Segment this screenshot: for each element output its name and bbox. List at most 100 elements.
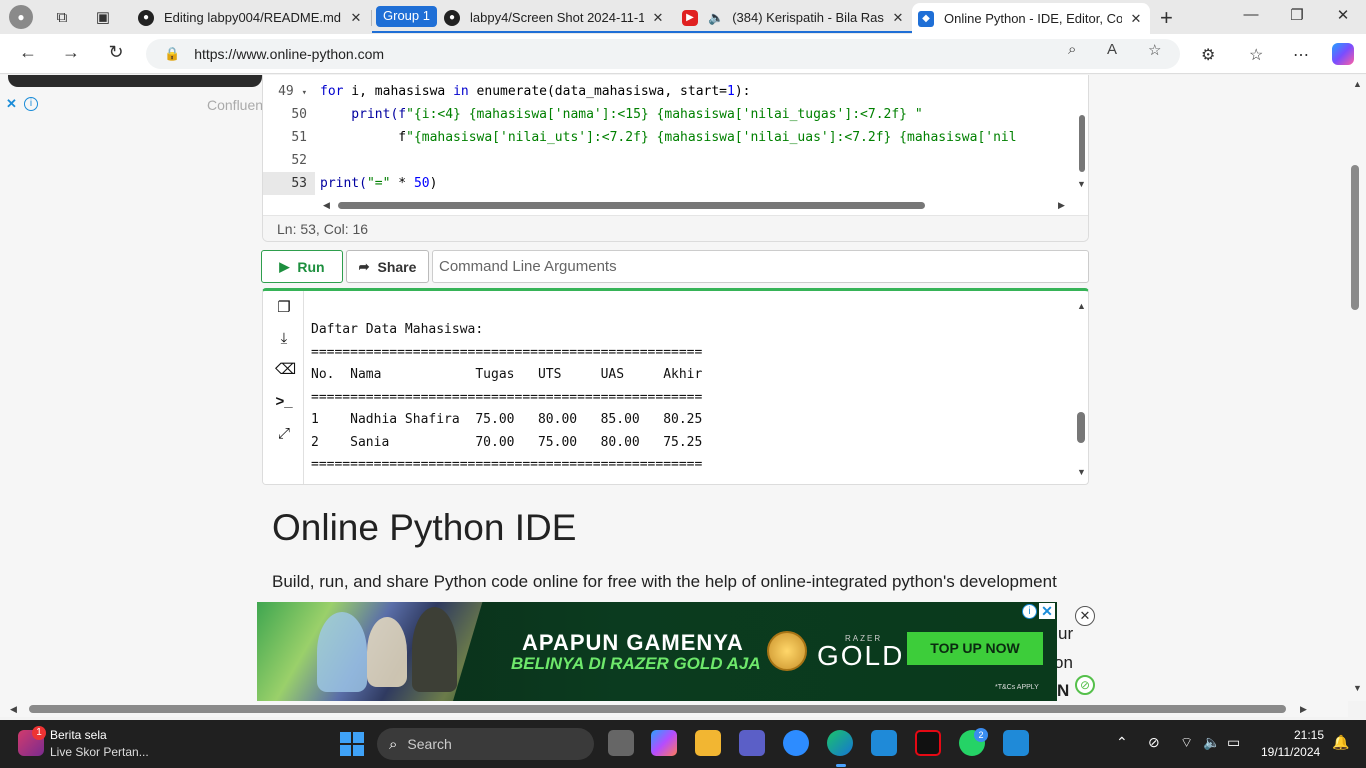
tab-actions-icon[interactable]: ▣ — [86, 0, 120, 34]
windows-start-icon[interactable] — [340, 732, 364, 756]
zoom-icon[interactable] — [783, 730, 809, 756]
ad-dismiss-icon[interactable]: ✕ — [1075, 606, 1095, 626]
scroll-left-arrow-icon[interactable]: ◀ — [323, 200, 330, 211]
razer-gold-ad-banner[interactable]: APAPUN GAMENYA BELINYA DI RAZER GOLD AJA… — [257, 602, 1057, 701]
tab-online-python[interactable]: ◆ Online Python - IDE, Editor, Comp ✕ — [912, 3, 1150, 34]
page-title: Online Python IDE — [272, 507, 577, 548]
wifi-icon[interactable]: ⌔ — [1180, 734, 1193, 752]
output-panel[interactable]: ❐ ⤓ ⌫ >_ ⤢ Daftar Data Mahasiswa: ======… — [262, 288, 1089, 485]
ad-close-icon[interactable]: ✕ — [1039, 603, 1055, 619]
taskbar-search[interactable]: ⌕ Search — [377, 728, 594, 760]
ad-info-icon[interactable]: i — [1022, 604, 1037, 619]
news-badge: 1 — [32, 726, 46, 740]
tab-group-label[interactable]: Group 1 — [376, 6, 437, 27]
zoom-icon[interactable]: ⌕ — [1068, 41, 1076, 58]
page-horizontal-scroll-thumb[interactable] — [29, 705, 1286, 713]
run-button[interactable]: ▶ Run — [261, 250, 343, 283]
more-menu-icon[interactable]: ⋯ — [1293, 45, 1309, 65]
netflix-icon[interactable] — [915, 730, 941, 756]
refresh-icon[interactable]: ↻ — [102, 42, 130, 66]
download-icon[interactable]: ⤓ — [275, 330, 293, 348]
share-label: Share — [377, 258, 417, 275]
fold-arrow-icon[interactable]: ▾ — [302, 88, 307, 98]
editor-status-bar: Ln: 53, Col: 16 — [263, 215, 1088, 241]
copilot-icon[interactable] — [1332, 43, 1354, 65]
scroll-left-arrow-icon[interactable]: ◀ — [10, 704, 17, 715]
ad-headline: APAPUN GAMENYA — [522, 630, 744, 655]
scroll-right-arrow-icon[interactable]: ▶ — [1058, 200, 1065, 211]
share-icon: ➦ — [358, 258, 370, 274]
top-up-now-button[interactable]: TOP UP NOW — [907, 632, 1043, 665]
clock-time[interactable]: 21:15 — [1294, 728, 1324, 742]
read-aloud-icon[interactable]: A — [1107, 41, 1117, 58]
file-explorer-icon[interactable] — [695, 730, 721, 756]
scroll-down-arrow-icon[interactable]: ▼ — [1353, 683, 1362, 693]
tab-github-screenshot[interactable]: ● labpy4/Screen Shot 2024-11-18 a ✕ — [438, 3, 672, 32]
code-line[interactable]: for i, mahasiswa in enumerate(data_mahas… — [320, 80, 1080, 103]
volume-icon[interactable]: 🔈 — [1203, 734, 1220, 751]
close-icon[interactable]: ✕ — [650, 10, 666, 26]
code-line[interactable] — [320, 149, 1080, 172]
tab-github-readme[interactable]: ● Editing labpy004/README.md at ✕ — [132, 3, 370, 32]
scroll-down-arrow-icon[interactable]: ▼ — [1077, 179, 1086, 189]
clock-date[interactable]: 19/11/2024 — [1261, 745, 1320, 759]
battery-icon[interactable]: ▭ — [1227, 734, 1240, 751]
code-line-current[interactable]: print("=" * 50) — [320, 172, 1080, 195]
profile-icon[interactable]: ● — [9, 5, 33, 29]
news-title[interactable]: Berita sela — [50, 728, 107, 742]
copilot-app-icon[interactable] — [651, 730, 677, 756]
notification-bell-icon[interactable]: 🔔 — [1332, 734, 1349, 751]
task-view-icon[interactable] — [608, 730, 634, 756]
search-icon: ⌕ — [389, 735, 398, 753]
scroll-down-arrow-icon[interactable]: ▼ — [1077, 467, 1086, 477]
favorite-star-icon[interactable]: ☆ — [1148, 41, 1161, 59]
expand-icon[interactable]: ⤢ — [275, 425, 293, 443]
copy-icon[interactable]: ❐ — [275, 299, 293, 317]
code-line[interactable]: f"{mahasiswa['nilai_uts']:<7.2f} {mahasi… — [320, 126, 1080, 149]
close-window-icon[interactable]: ✕ — [1320, 6, 1366, 24]
scroll-up-arrow-icon[interactable]: ▲ — [1077, 301, 1086, 311]
scroll-up-arrow-icon[interactable]: ▲ — [1353, 79, 1362, 89]
forward-icon[interactable]: → — [57, 42, 85, 66]
minimize-icon[interactable]: — — [1228, 6, 1274, 23]
taskbar: 1 Berita sela Live Skor Pertan... ⌕ Sear… — [0, 720, 1366, 768]
terminal-icon[interactable]: >_ — [275, 393, 293, 411]
code-editor[interactable]: 49 ▾ 50 51 52 53 for i, mahasiswa in enu… — [262, 75, 1089, 242]
back-icon[interactable]: ← — [14, 42, 42, 66]
close-icon[interactable]: ✕ — [348, 10, 364, 26]
microsoft-store-icon[interactable] — [871, 730, 897, 756]
location-off-icon[interactable]: ⊘ — [1148, 734, 1160, 751]
eraser-icon[interactable]: ⌫ — [275, 361, 296, 379]
edge-browser-icon[interactable] — [827, 730, 853, 756]
ad-close-icon[interactable]: ✕ — [6, 97, 20, 111]
close-icon[interactable]: ✕ — [1128, 11, 1144, 27]
command-line-arguments-input[interactable] — [432, 250, 1089, 283]
ad-badge-icon[interactable]: ⊘ — [1075, 675, 1095, 695]
scroll-right-arrow-icon[interactable]: ▶ — [1300, 704, 1307, 715]
workspaces-icon[interactable]: ⧉ — [45, 0, 79, 34]
speaker-icon[interactable]: 🔈 — [708, 10, 724, 26]
code-line[interactable]: print(f"{i:<4} {mahasiswa['nama']:<15} {… — [320, 103, 1080, 126]
close-icon[interactable]: ✕ — [890, 10, 906, 26]
news-subtitle[interactable]: Live Skor Pertan... — [50, 745, 149, 759]
tab-youtube[interactable]: ▶ 🔈 (384) Kerispatih - Bila Rasaku ✕ — [676, 3, 912, 32]
show-hidden-icons-icon[interactable]: ⌃ — [1116, 734, 1128, 751]
favorites-icon[interactable]: ☆ — [1249, 45, 1263, 65]
new-tab-icon[interactable]: + — [1160, 5, 1173, 31]
ad-info-icon[interactable]: i — [24, 97, 38, 111]
editor-vertical-scroll-thumb[interactable] — [1079, 115, 1085, 172]
share-button[interactable]: ➦ Share — [346, 250, 429, 283]
editor-horizontal-scroll-thumb[interactable] — [338, 202, 925, 209]
lock-icon[interactable]: 🔒 — [164, 46, 180, 62]
tab-title: (384) Kerispatih - Bila Rasaku — [732, 10, 884, 25]
address-bar[interactable]: 🔒 https://www.online-python.com — [146, 39, 1180, 69]
line-number: 49 ▾ — [278, 84, 307, 99]
restore-icon[interactable]: ❐ — [1274, 6, 1320, 24]
extensions-icon[interactable]: ⚙ — [1201, 45, 1215, 65]
vscode-icon[interactable] — [1003, 730, 1029, 756]
url-text[interactable]: https://www.online-python.com — [194, 46, 384, 62]
line-gutter: 49 ▾ 50 51 52 53 — [263, 75, 315, 199]
page-vertical-scroll-thumb[interactable] — [1351, 165, 1359, 310]
output-scroll-thumb[interactable] — [1077, 412, 1085, 443]
teams-icon[interactable] — [739, 730, 765, 756]
